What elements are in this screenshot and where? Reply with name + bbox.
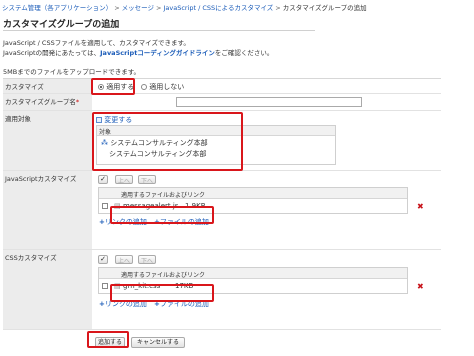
css-move-down-button[interactable]: 下へ [138, 255, 156, 265]
label-js-customize: JavaScriptカスタマイズ [3, 171, 92, 249]
highlight-target-list [92, 112, 243, 171]
css-move-up-button[interactable]: 上へ [115, 255, 133, 265]
required-mark: * [75, 98, 80, 106]
cancel-button[interactable]: キャンセルする [131, 337, 185, 348]
label-group-name: カスタマイズグループ名* [3, 94, 92, 110]
coding-guideline-link[interactable]: JavaScriptコーディングガイドライン [100, 49, 215, 57]
css-delete-icon[interactable]: ✖ [417, 282, 424, 291]
js-move-up-button[interactable]: 上へ [115, 175, 133, 185]
row-actions: 追加する キャンセルする [3, 330, 441, 356]
css-file-list-header: 適用するファイルおよびリンク [99, 268, 407, 279]
js-file-checkbox[interactable] [102, 203, 108, 209]
intro-text: JavaScript / CSSファイルを適用して、カスタマイズできます。 Ja… [3, 38, 273, 58]
breadcrumb-current: カスタマイズグループの追加 [282, 4, 367, 12]
page-title: カスタマイズグループの追加 [3, 20, 120, 30]
label-css-customize: CSSカスタマイズ [3, 250, 92, 329]
intro-line-2: JavaScriptの開発にあたっては、JavaScriptコーディングガイドラ… [3, 48, 273, 58]
breadcrumb-link-js-css[interactable]: JavaScript / CSSによるカスタマイズ [163, 4, 273, 12]
highlight-submit-button [87, 331, 129, 348]
upload-note: 5MBまでのファイルをアップロードできます。 [3, 68, 141, 76]
group-name-input[interactable] [176, 97, 362, 107]
radio-not-apply-label: 適用しない [149, 83, 185, 91]
label-customize: カスタマイズ [3, 79, 92, 93]
js-delete-icon[interactable]: ✖ [417, 202, 424, 211]
highlight-css-file [110, 284, 214, 302]
radio-not-apply-control[interactable] [141, 84, 147, 90]
highlight-js-file [110, 206, 214, 224]
row-group-name: カスタマイズグループ名* [3, 94, 441, 111]
js-file-list-header: 適用するファイルおよびリンク [99, 188, 407, 199]
breadcrumb-link-message[interactable]: メッセージ [122, 4, 154, 12]
js-select-all-checkbox[interactable]: ✓ [98, 175, 108, 184]
intro-line-2-prefix: JavaScriptの開発にあたっては、 [3, 49, 101, 57]
css-select-all-checkbox[interactable]: ✓ [98, 255, 108, 264]
highlight-apply-option [91, 78, 135, 95]
radio-not-apply[interactable]: 適用しない [141, 82, 184, 92]
customize-options: 適用する 適用しない [94, 79, 441, 93]
group-name-label-text: カスタマイズグループ名 [5, 98, 76, 106]
intro-line-1: JavaScript / CSSファイルを適用して、カスタマイズできます。 [3, 39, 190, 47]
js-move-down-button[interactable]: 下へ [138, 175, 156, 185]
breadcrumb-link-system-admin[interactable]: システム管理（各アプリケーション） [2, 4, 112, 12]
row-customize: カスタマイズ 適用する 適用しない [3, 79, 441, 94]
label-target: 適用対象 [3, 111, 92, 170]
row-css-customize: CSSカスタマイズ ✓ 上へ 下へ 適用するファイルおよびリンク ▤ grn_k… [3, 250, 441, 330]
breadcrumb: システム管理（各アプリケーション） > メッセージ > JavaScript / CSS… [2, 4, 367, 12]
title-divider [3, 30, 315, 31]
intro-line-2-suffix: をご確認ください。 [214, 49, 274, 57]
css-file-checkbox[interactable] [102, 283, 108, 289]
row-js-customize: JavaScriptカスタマイズ ✓ 上へ 下へ 適用するファイルおよびリンク … [3, 171, 441, 250]
